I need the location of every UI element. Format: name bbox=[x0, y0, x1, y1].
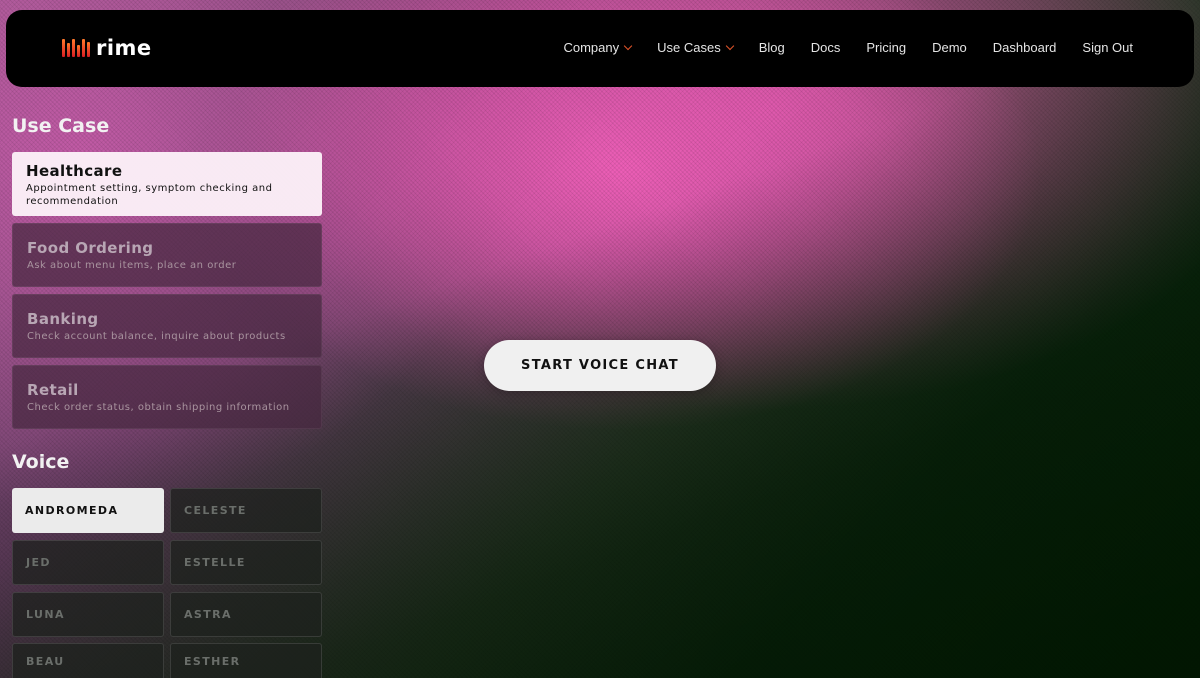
nav-pricing[interactable]: Pricing bbox=[866, 40, 906, 55]
voice-jed[interactable]: JED bbox=[12, 540, 164, 585]
use-case-banking[interactable]: Banking Check account balance, inquire a… bbox=[12, 294, 322, 358]
use-case-title: Banking bbox=[27, 310, 99, 328]
nav-dashboard[interactable]: Dashboard bbox=[993, 40, 1057, 55]
use-case-description: Appointment setting, symptom checking an… bbox=[26, 183, 273, 207]
chevron-down-icon bbox=[623, 41, 633, 51]
use-case-food-ordering[interactable]: Food Ordering Ask about menu items, plac… bbox=[12, 223, 322, 287]
start-voice-chat-button[interactable]: START VOICE CHAT bbox=[484, 340, 716, 391]
voice-luna[interactable]: LUNA bbox=[12, 592, 164, 637]
use-case-description: Check order status, obtain shipping info… bbox=[27, 402, 290, 413]
use-case-title: Food Ordering bbox=[27, 239, 154, 257]
logo-bars-icon bbox=[62, 39, 90, 57]
nav-links: Company Use Cases Blog Docs Pricing Demo… bbox=[563, 40, 1133, 55]
voice-beau[interactable]: BEAU bbox=[12, 643, 164, 678]
use-case-retail[interactable]: Retail Check order status, obtain shippi… bbox=[12, 365, 322, 429]
nav-docs[interactable]: Docs bbox=[811, 40, 841, 55]
nav-company-label: Company bbox=[563, 40, 620, 55]
chevron-down-icon bbox=[725, 41, 734, 51]
voice-estelle[interactable]: ESTELLE bbox=[170, 540, 322, 585]
nav-sign-out[interactable]: Sign Out bbox=[1082, 40, 1133, 55]
use-case-heading: Use Case bbox=[12, 115, 110, 137]
use-case-description: Ask about menu items, place an order bbox=[27, 260, 237, 271]
use-case-title: Healthcare bbox=[26, 162, 123, 180]
voice-esther[interactable]: ESTHER bbox=[170, 643, 322, 678]
use-case-title: Retail bbox=[27, 381, 79, 399]
nav-use-cases[interactable]: Use Cases bbox=[657, 40, 734, 55]
voice-heading: Voice bbox=[12, 451, 70, 473]
nav-use-cases-label: Use Cases bbox=[657, 40, 721, 55]
use-case-healthcare[interactable]: Healthcare Appointment setting, symptom … bbox=[12, 152, 322, 216]
nav-demo[interactable]: Demo bbox=[932, 40, 967, 55]
nav-company[interactable]: Company bbox=[563, 40, 633, 55]
voice-andromeda[interactable]: ANDROMEDA bbox=[12, 488, 164, 533]
brand-logo[interactable]: rime bbox=[62, 36, 152, 60]
voice-astra[interactable]: ASTRA bbox=[170, 592, 322, 637]
brand-name: rime bbox=[96, 36, 152, 60]
nav-blog[interactable]: Blog bbox=[759, 40, 785, 55]
voice-celeste[interactable]: CELESTE bbox=[170, 488, 322, 533]
top-navbar: rime Company Use Cases Blog Docs Pricing… bbox=[6, 10, 1194, 87]
use-case-description: Check account balance, inquire about pro… bbox=[27, 331, 286, 342]
